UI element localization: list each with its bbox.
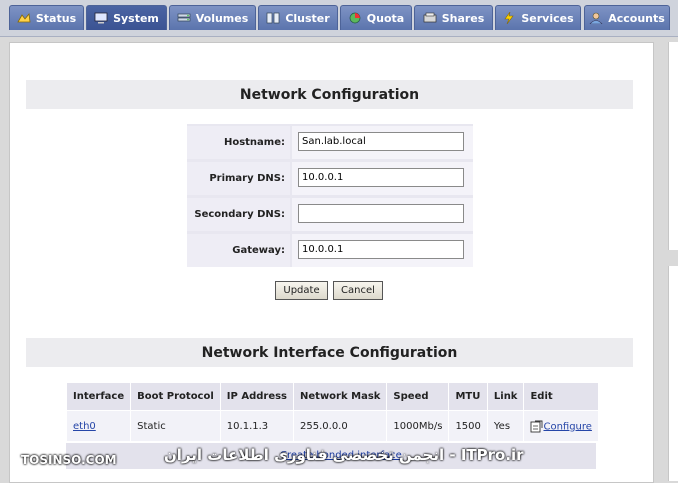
secondary-dns-row: Secondary DNS: <box>187 198 473 231</box>
status-icon <box>17 13 31 23</box>
accounts-icon <box>589 12 603 24</box>
tab-status[interactable]: Status <box>9 5 84 30</box>
watermark-left: TOSINSO.COM <box>21 453 117 467</box>
gateway-label: Gateway: <box>187 234 290 267</box>
cell-interface: eth0 <box>65 410 132 442</box>
tab-volumes-label: Volumes <box>195 11 249 25</box>
configure-icon[interactable] <box>530 420 543 433</box>
col-boot-protocol: Boot Protocol <box>130 382 221 411</box>
main-nav-tabs: Status System Volumes Cluster Quota Shar… <box>0 0 678 37</box>
network-config-form: Hostname: Primary DNS: Secondary DNS: Ga… <box>187 124 473 267</box>
col-speed: Speed <box>386 382 450 411</box>
tab-quota[interactable]: Quota <box>340 5 412 30</box>
primary-dns-input[interactable] <box>298 168 464 187</box>
tab-accounts-label: Accounts <box>608 11 665 25</box>
cell-network-mask: 255.0.0.0 <box>293 410 388 442</box>
tab-shares[interactable]: Shares <box>414 5 493 30</box>
table-row: eth0 Static 10.1.1.3 255.0.0.0 1000Mb/s … <box>65 410 599 442</box>
tab-system-label: System <box>113 11 159 25</box>
cell-edit: Configure <box>523 410 599 442</box>
main-content-panel: Network Configuration Hostname: Primary … <box>9 42 654 483</box>
table-header-row: Interface Boot Protocol IP Address Netwo… <box>65 382 599 411</box>
col-link: Link <box>486 382 525 411</box>
col-network-mask: Network Mask <box>293 382 388 411</box>
tab-volumes[interactable]: Volumes <box>169 5 256 30</box>
cell-speed: 1000Mb/s <box>386 410 450 442</box>
tab-cluster-label: Cluster <box>285 11 330 25</box>
interface-table: Interface Boot Protocol IP Address Netwo… <box>65 382 599 442</box>
side-panel-bottom <box>668 266 678 481</box>
watermark-right: ITPro.ir - انجمن تخصصی فناوری اطلاعات ای… <box>164 446 524 464</box>
hostname-label: Hostname: <box>187 126 290 159</box>
tab-accounts[interactable]: Accounts <box>584 5 670 30</box>
tab-services-label: Services <box>521 11 574 25</box>
hostname-row: Hostname: <box>187 126 473 159</box>
tab-services[interactable]: Services <box>495 5 581 30</box>
tab-shares-label: Shares <box>441 11 485 25</box>
cancel-button[interactable]: Cancel <box>333 281 383 300</box>
tab-cluster[interactable]: Cluster <box>258 5 338 30</box>
col-mtu: MTU <box>448 382 488 411</box>
hostname-cell <box>292 126 473 159</box>
tab-status-label: Status <box>35 11 77 25</box>
tab-system[interactable]: System <box>86 5 167 30</box>
interface-config-title: Network Interface Configuration <box>26 338 633 367</box>
cluster-icon <box>266 12 280 24</box>
eth0-link[interactable]: eth0 <box>73 421 96 432</box>
gateway-row: Gateway: <box>187 234 473 267</box>
secondary-dns-label: Secondary DNS: <box>187 198 290 231</box>
col-edit: Edit <box>523 382 599 411</box>
side-panel-top <box>668 42 678 250</box>
primary-dns-row: Primary DNS: <box>187 162 473 195</box>
shares-icon <box>423 12 437 23</box>
system-icon <box>94 12 108 24</box>
primary-dns-cell <box>292 162 473 195</box>
gateway-input[interactable] <box>298 240 464 259</box>
cell-mtu: 1500 <box>448 410 488 442</box>
secondary-dns-input[interactable] <box>298 204 464 223</box>
col-ip-address: IP Address <box>219 382 295 411</box>
update-button[interactable]: Update <box>275 281 328 300</box>
cell-link: Yes <box>486 410 525 442</box>
network-config-title: Network Configuration <box>26 80 633 109</box>
hostname-input[interactable] <box>298 132 464 151</box>
configure-link[interactable]: Configure <box>543 421 591 432</box>
col-interface: Interface <box>65 382 132 411</box>
volumes-icon <box>177 13 191 22</box>
services-icon <box>504 12 514 24</box>
cell-ip-address: 10.1.1.3 <box>219 410 295 442</box>
tab-quota-label: Quota <box>366 11 405 25</box>
gateway-cell <box>292 234 473 267</box>
secondary-dns-cell <box>292 198 473 231</box>
primary-dns-label: Primary DNS: <box>187 162 290 195</box>
cell-boot-protocol: Static <box>130 410 221 442</box>
quota-icon <box>349 12 361 24</box>
